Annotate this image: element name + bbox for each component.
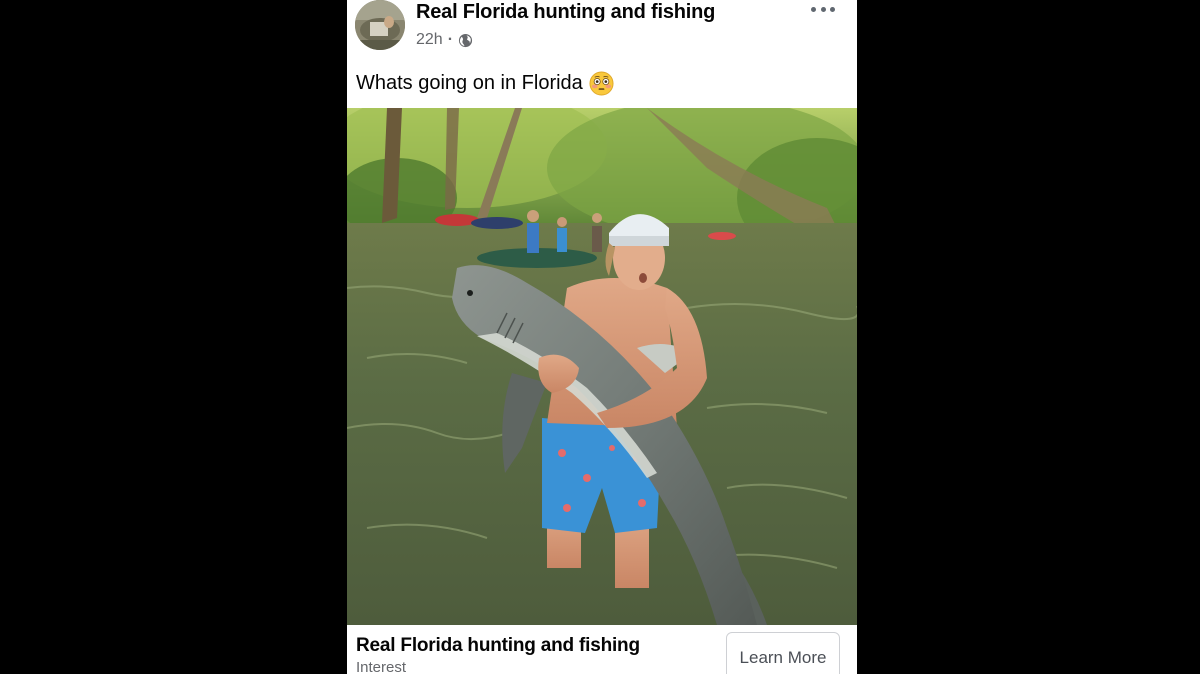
meta-separator: · [447, 31, 454, 48]
flushed-face-emoji [589, 71, 614, 96]
shark-photo-image [347, 108, 857, 625]
page-name-link[interactable]: Real Florida hunting and fishing [416, 1, 715, 24]
learn-more-button[interactable]: Learn More [726, 632, 840, 674]
footer-category: Interest [356, 659, 407, 674]
post-photo[interactable] [347, 108, 857, 625]
footer-page-name[interactable]: Real Florida hunting and fishing [356, 635, 640, 657]
post-timestamp[interactable]: 22h [416, 31, 443, 49]
more-options-icon[interactable] [811, 0, 835, 18]
caption-text: Whats going on in Florida [356, 72, 583, 94]
post-meta: 22h · [416, 30, 473, 50]
ad-footer: Real Florida hunting and fishing Interes… [347, 625, 857, 674]
page-avatar[interactable] [355, 0, 405, 50]
post-header: Real Florida hunting and fishing 22h · [347, 0, 857, 60]
post-card: Real Florida hunting and fishing 22h · W… [347, 0, 857, 674]
avatar-image [355, 0, 405, 50]
globe-icon [458, 33, 473, 47]
post-caption: Whats going on in Florida [356, 71, 614, 96]
